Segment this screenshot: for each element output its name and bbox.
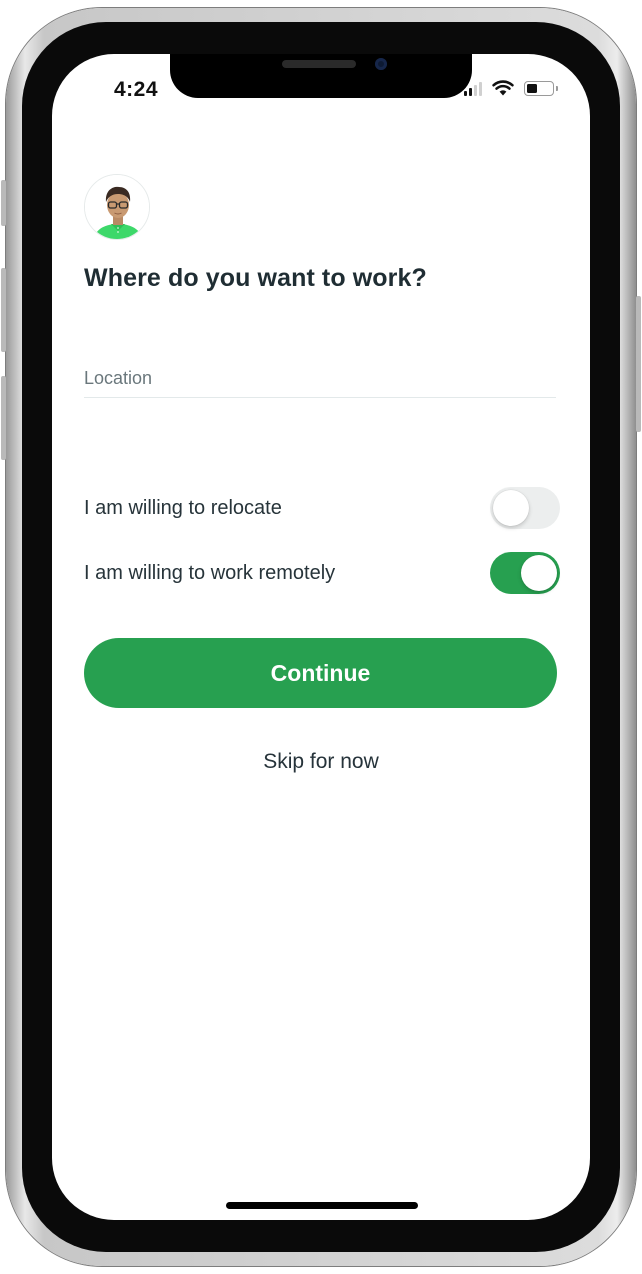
toggle-knob (493, 490, 529, 526)
toggle-knob (521, 555, 557, 591)
remote-toggle-row: I am willing to work remotely (84, 551, 560, 595)
relocate-toggle-row: I am willing to relocate (84, 486, 560, 530)
remote-toggle[interactable] (490, 552, 560, 594)
remote-toggle-label: I am willing to work remotely (84, 561, 336, 584)
continue-button[interactable]: Continue (84, 638, 557, 708)
skip-for-now-link[interactable]: Skip for now (52, 750, 590, 774)
location-input[interactable] (84, 360, 556, 398)
cellular-signal-icon (464, 80, 482, 96)
wifi-icon (492, 80, 514, 96)
front-camera (375, 58, 387, 70)
user-avatar-icon (85, 175, 149, 239)
relocate-toggle[interactable] (490, 487, 560, 529)
avatar[interactable] (84, 174, 150, 240)
page-title: Where do you want to work? (84, 264, 427, 292)
notch (170, 54, 472, 98)
status-time: 4:24 (114, 78, 159, 101)
battery-level (527, 83, 537, 93)
status-icons (464, 80, 558, 96)
volume-up-button (1, 268, 6, 352)
app-screen: 4:24 Where do you want to work? Location… (52, 54, 590, 1220)
relocate-toggle-label: I am willing to relocate (84, 496, 282, 519)
earpiece-speaker (282, 60, 356, 68)
volume-down-button (1, 376, 6, 460)
power-button (636, 296, 641, 432)
home-indicator[interactable] (226, 1202, 418, 1209)
silent-switch (1, 180, 6, 226)
battery-icon (524, 80, 558, 96)
